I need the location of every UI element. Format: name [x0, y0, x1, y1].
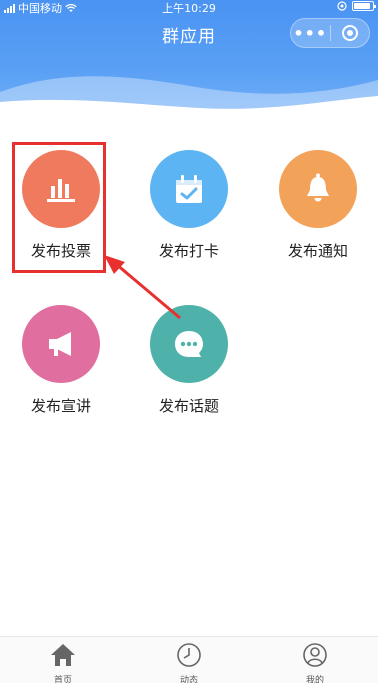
tab-label: 我的: [305, 676, 324, 683]
chat-bubble-icon: [175, 331, 203, 357]
app-publish-checkin[interactable]: 发布打卡: [129, 150, 249, 261]
battery-icon: [352, 1, 376, 11]
header: 中国移动 上午10:29 群应用 •••: [0, 0, 378, 130]
close-button[interactable]: [330, 24, 369, 42]
app-label: 发布话题: [158, 397, 219, 415]
location-lock-icon: [337, 1, 347, 11]
app-icon-circle: [150, 305, 228, 383]
more-button[interactable]: •••: [291, 24, 330, 43]
megaphone-icon: [49, 332, 71, 356]
app-icon-circle: [279, 150, 357, 228]
tab-activity[interactable]: 动态: [126, 637, 252, 683]
app-label: 发布打卡: [158, 242, 219, 260]
tab-label: 动态: [179, 676, 198, 683]
status-time: 上午10:29: [162, 2, 216, 15]
tab-bar: 首页 动态 我的: [0, 636, 378, 683]
app-label: 发布通知: [287, 242, 348, 260]
user-icon: [303, 643, 327, 667]
status-bar: 中国移动 上午10:29: [0, 0, 378, 15]
target-icon: [341, 25, 358, 41]
app-publish-lecture[interactable]: 发布宣讲: [1, 305, 121, 416]
app-label: 发布宣讲: [30, 397, 91, 415]
tab-label: 首页: [53, 676, 72, 683]
bell-icon: [307, 173, 329, 202]
app-publish-topic[interactable]: 发布话题: [129, 305, 249, 416]
app-icon-circle: [22, 305, 100, 383]
highlight-box: [12, 142, 106, 273]
app-publish-notice[interactable]: 发布通知: [258, 150, 378, 261]
tab-home[interactable]: 首页: [0, 637, 126, 683]
mini-program-capsule: •••: [290, 18, 370, 48]
calendar-check-icon: [176, 175, 202, 203]
tab-mine[interactable]: 我的: [252, 637, 378, 683]
clock-icon: [177, 643, 201, 667]
home-icon: [51, 644, 75, 666]
app-icon-circle: [150, 150, 228, 228]
